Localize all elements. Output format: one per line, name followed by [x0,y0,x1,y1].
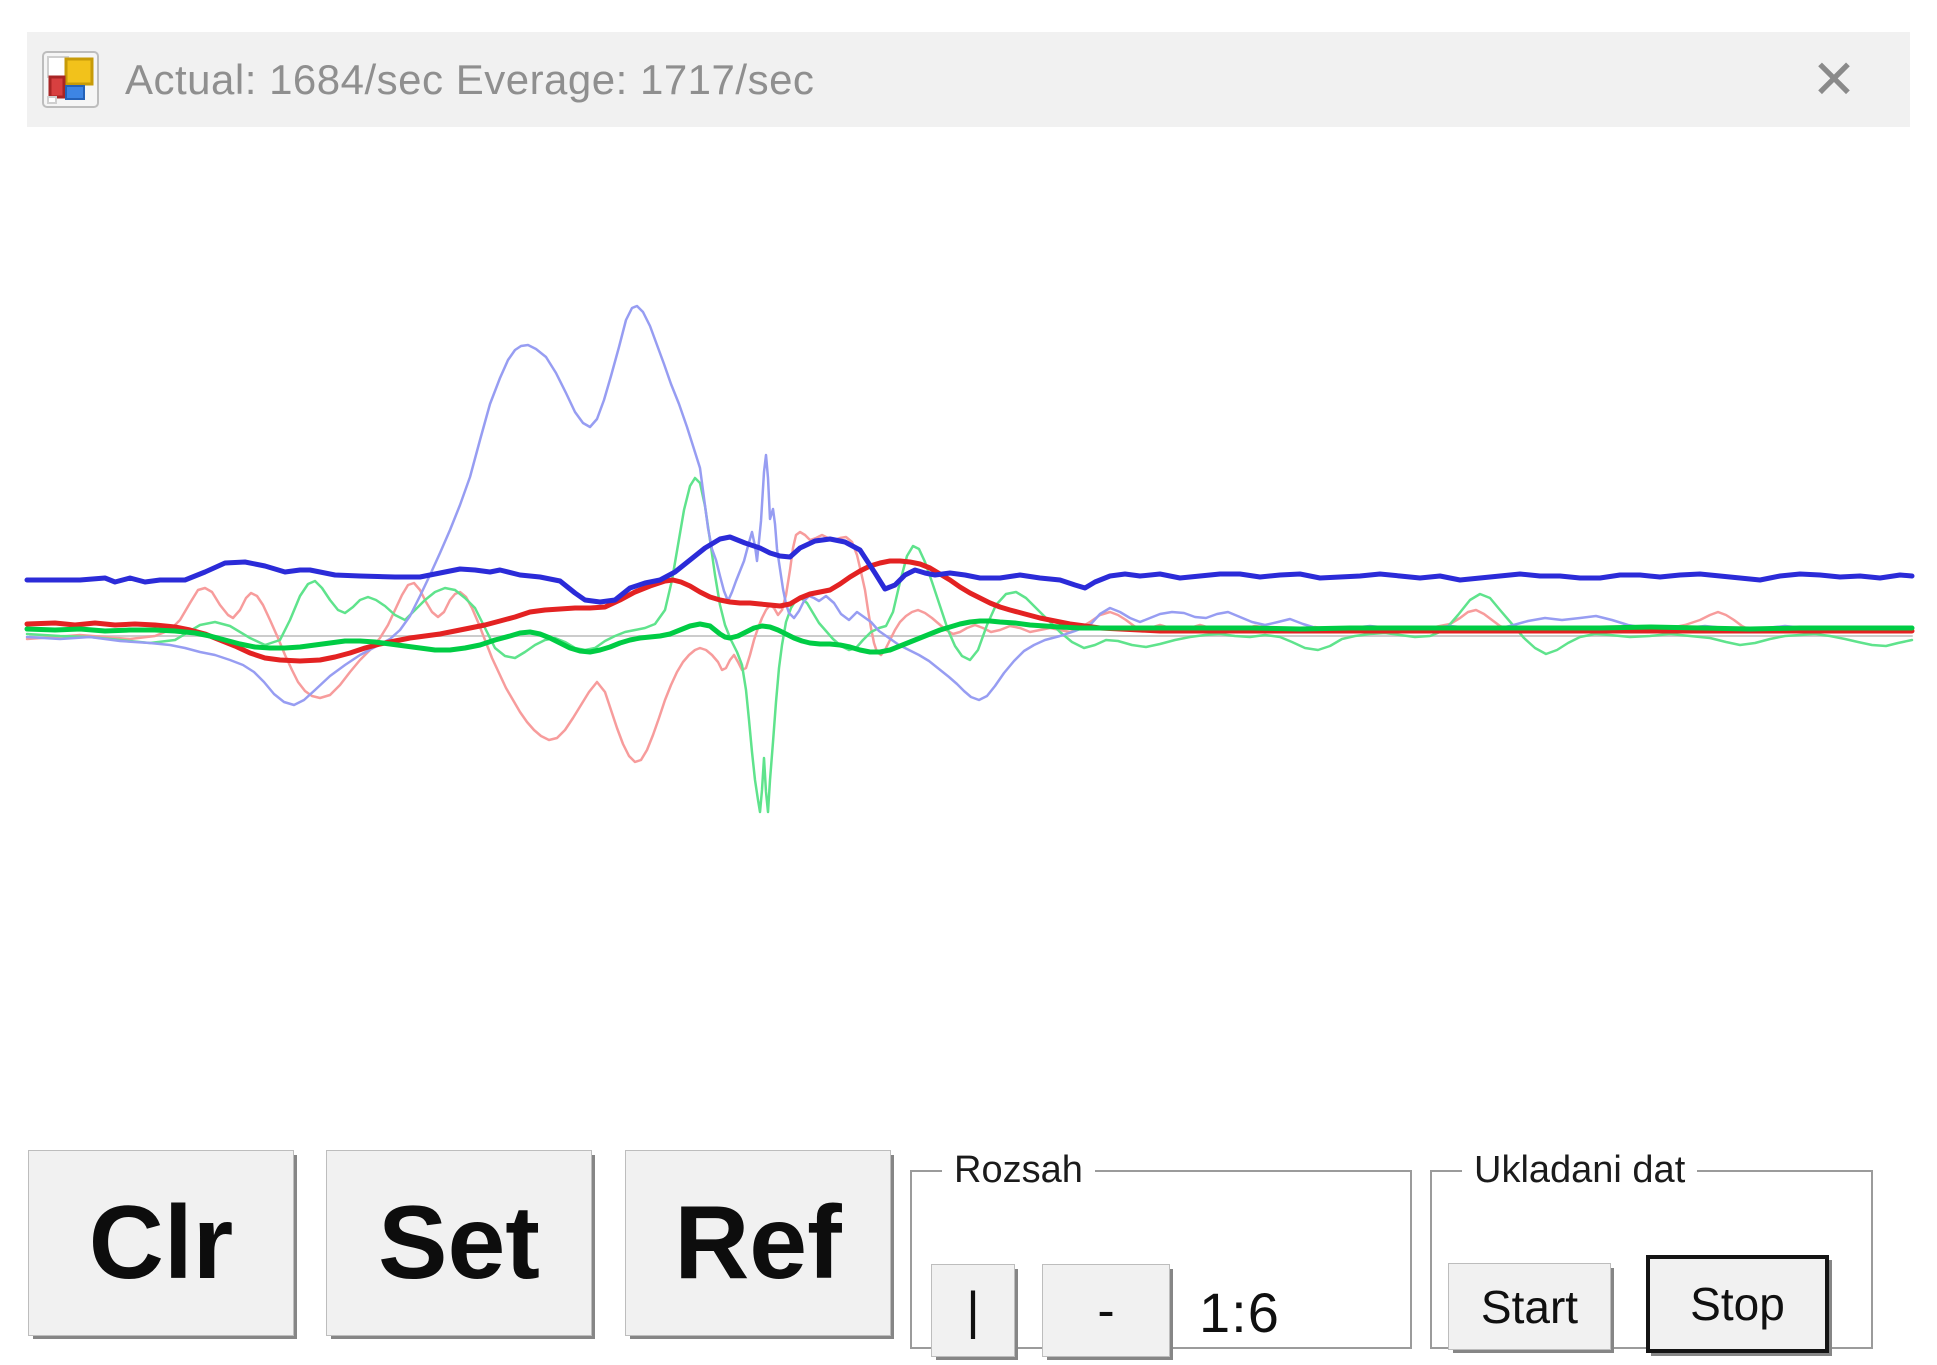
start-button[interactable]: Start [1448,1263,1611,1350]
window-title: Actual: 1684/sec Everage: 1717/sec [125,55,815,103]
data-saving-groupbox-label: Ukladani dat [1474,1149,1686,1191]
range-horizontal-button[interactable]: - [1042,1264,1170,1357]
data-saving-groupbox: Ukladani dat Start Stop [1430,1149,1873,1353]
close-button[interactable]: ✕ [1798,44,1870,116]
ref-button[interactable]: Ref [625,1150,891,1336]
close-icon: ✕ [1811,50,1857,110]
range-vertical-button[interactable]: | [931,1264,1015,1357]
range-ratio-value: 1:6 [1199,1281,1280,1344]
clr-button[interactable]: Clr [28,1150,294,1336]
set-button[interactable]: Set [326,1150,592,1336]
range-groupbox-label: Rozsah [954,1149,1083,1191]
stop-button[interactable]: Stop [1646,1255,1829,1353]
app-icon [42,51,99,108]
range-groupbox: Rozsah | - 1:6 [910,1149,1412,1357]
window-titlebar: Actual: 1684/sec Everage: 1717/sec ✕ [27,32,1910,127]
